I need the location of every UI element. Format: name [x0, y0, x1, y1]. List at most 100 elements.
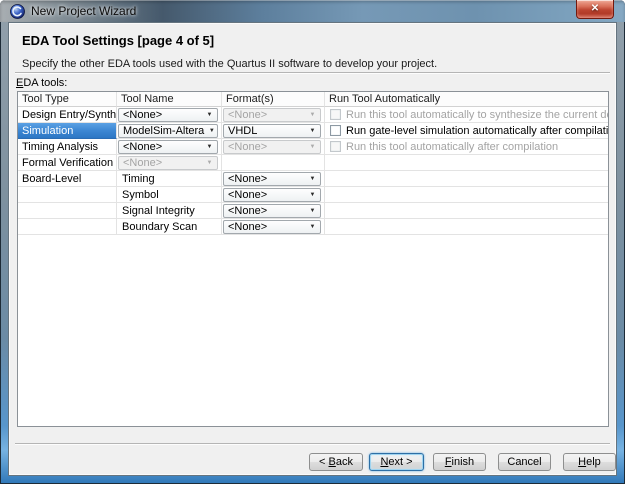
- tool-name-combo: <None>▼: [118, 156, 218, 170]
- tool-name-label: Symbol: [117, 189, 159, 201]
- combo-arrow-icon: ▼: [202, 112, 217, 118]
- combo-value: <None>: [123, 109, 162, 121]
- format-cell: <None> ▼: [222, 203, 325, 219]
- tool-type-cell[interactable]: [18, 187, 117, 203]
- tool-name-cell: Signal Integrity: [117, 203, 222, 219]
- table-row: Board-LevelTiming <None> ▼: [18, 171, 608, 187]
- table-row: Design Entry/Synthesis <None> ▼ <None> ▼ Run …: [18, 107, 608, 123]
- combo-arrow-icon: ▼: [305, 112, 320, 118]
- close-icon: ✕: [591, 4, 599, 14]
- close-button[interactable]: ✕: [576, 0, 614, 19]
- format-combo: <None> ▼: [223, 108, 321, 122]
- tool-type-cell[interactable]: Design Entry/Synthesis: [18, 107, 117, 123]
- run-checkbox-label: Run gate-level simulation automatically …: [346, 125, 608, 137]
- column-header: Run Tool Automatically: [325, 92, 608, 107]
- run-cell: [325, 155, 608, 171]
- button-label: F: [445, 456, 452, 468]
- tool-name-cell: Timing: [117, 171, 222, 187]
- combo-value: ModelSim-Altera: [123, 125, 204, 137]
- combo-arrow-icon: ▼: [305, 224, 320, 230]
- combo-value: <None>: [228, 141, 267, 153]
- format-combo[interactable]: <None>▼: [223, 188, 321, 202]
- tool-type-cell[interactable]: Timing Analysis: [18, 139, 117, 155]
- format-combo: <None> ▼: [223, 140, 321, 154]
- new-project-wizard-window: New Project Wizard ✕ EDA Tool Settings […: [0, 0, 625, 484]
- tool-name-cell: ModelSim-Altera▼: [117, 123, 222, 139]
- column-header: Format(s): [222, 92, 325, 107]
- tool-name-combo[interactable]: <None> ▼: [118, 108, 218, 122]
- run-checkbox-group: Run gate-level simulation automatically …: [325, 125, 608, 137]
- run-checkbox-group: Run this tool automatically to synthesiz…: [325, 109, 608, 121]
- combo-value: <None>: [228, 189, 267, 201]
- separator: [15, 443, 610, 445]
- table-header-row: Tool TypeTool NameFormat(s)Run Tool Auto…: [18, 92, 608, 107]
- combo-value: <None>: [228, 109, 267, 121]
- run-cell: Run this tool automatically to synthesiz…: [325, 107, 608, 123]
- tool-name-cell: <None> ▼: [117, 107, 222, 123]
- title-bar[interactable]: New Project Wizard ✕: [0, 0, 625, 22]
- back-button[interactable]: < Back: [309, 453, 363, 471]
- tool-type-cell[interactable]: Formal Verification: [18, 155, 117, 171]
- run-checkbox[interactable]: [330, 125, 341, 136]
- combo-value: <None>: [228, 173, 267, 185]
- eda-tools-label: EDA tools:: [16, 77, 67, 89]
- help-button[interactable]: Help: [563, 453, 616, 471]
- format-cell: [222, 155, 325, 171]
- run-checkbox-group: Run this tool automatically after compil…: [325, 141, 558, 153]
- run-cell: [325, 187, 608, 203]
- combo-value: <None>: [228, 221, 267, 233]
- tool-name-combo[interactable]: ModelSim-Altera▼: [118, 124, 218, 138]
- combo-arrow-icon: ▼: [202, 160, 217, 166]
- combo-arrow-icon: ▼: [305, 208, 320, 214]
- tool-type-cell[interactable]: [18, 203, 117, 219]
- finish-button[interactable]: Finish: [433, 453, 486, 471]
- table-row: Symbol <None>▼: [18, 187, 608, 203]
- button-label: ext >: [388, 456, 412, 468]
- format-combo[interactable]: <None> ▼: [223, 172, 321, 186]
- combo-value: VHDL: [228, 125, 257, 137]
- window-title: New Project Wizard: [31, 4, 136, 18]
- eda-tools-table: Tool TypeTool NameFormat(s)Run Tool Auto…: [17, 91, 609, 427]
- next-button[interactable]: Next >: [369, 453, 424, 471]
- table-row: Boundary Scan <None> ▼: [18, 219, 608, 235]
- format-combo[interactable]: VHDL▼: [223, 124, 321, 138]
- tool-type-cell[interactable]: [18, 219, 117, 235]
- format-combo[interactable]: <None> ▼: [223, 220, 321, 234]
- table-row: Signal Integrity <None> ▼: [18, 203, 608, 219]
- format-cell: VHDL▼: [222, 123, 325, 139]
- run-cell: [325, 171, 608, 187]
- run-cell: [325, 219, 608, 235]
- combo-arrow-icon: ▼: [202, 144, 217, 150]
- button-label: <: [319, 456, 328, 468]
- separator: [15, 72, 610, 74]
- combo-value: <None>: [228, 205, 267, 217]
- format-cell: <None> ▼: [222, 219, 325, 235]
- tool-name-cell: <None>▼: [117, 155, 222, 171]
- format-combo[interactable]: <None> ▼: [223, 204, 321, 218]
- button-label: inish: [452, 456, 475, 468]
- combo-arrow-icon: ▼: [305, 176, 320, 182]
- format-cell: <None> ▼: [222, 107, 325, 123]
- button-label: B: [329, 456, 336, 468]
- run-cell: [325, 203, 608, 219]
- tool-name-cell: <None> ▼: [117, 139, 222, 155]
- table-row: Timing Analysis <None> ▼ <None> ▼ Run this to…: [18, 139, 608, 155]
- tool-type-cell[interactable]: Board-Level: [18, 171, 117, 187]
- button-label: elp: [586, 456, 601, 468]
- column-header: Tool Name: [117, 92, 222, 107]
- button-label: N: [380, 456, 388, 468]
- dialog-body: EDA Tool Settings [page 4 of 5] Specify …: [8, 22, 617, 476]
- button-label: ack: [336, 456, 353, 468]
- eda-tools-label-text: DA tools:: [23, 77, 67, 89]
- cancel-button[interactable]: Cancel: [498, 453, 551, 471]
- run-cell: Run this tool automatically after compil…: [325, 139, 608, 155]
- combo-arrow-icon: ▼: [305, 144, 320, 150]
- run-checkbox: [330, 141, 341, 152]
- page-title: EDA Tool Settings [page 4 of 5]: [22, 33, 214, 48]
- combo-arrow-icon: ▼: [204, 128, 218, 134]
- combo-value: <None>: [123, 141, 162, 153]
- tool-name-combo[interactable]: <None> ▼: [118, 140, 218, 154]
- tool-name-cell: Boundary Scan: [117, 219, 222, 235]
- tool-type-cell[interactable]: Simulation: [18, 123, 117, 139]
- button-label: H: [578, 456, 586, 468]
